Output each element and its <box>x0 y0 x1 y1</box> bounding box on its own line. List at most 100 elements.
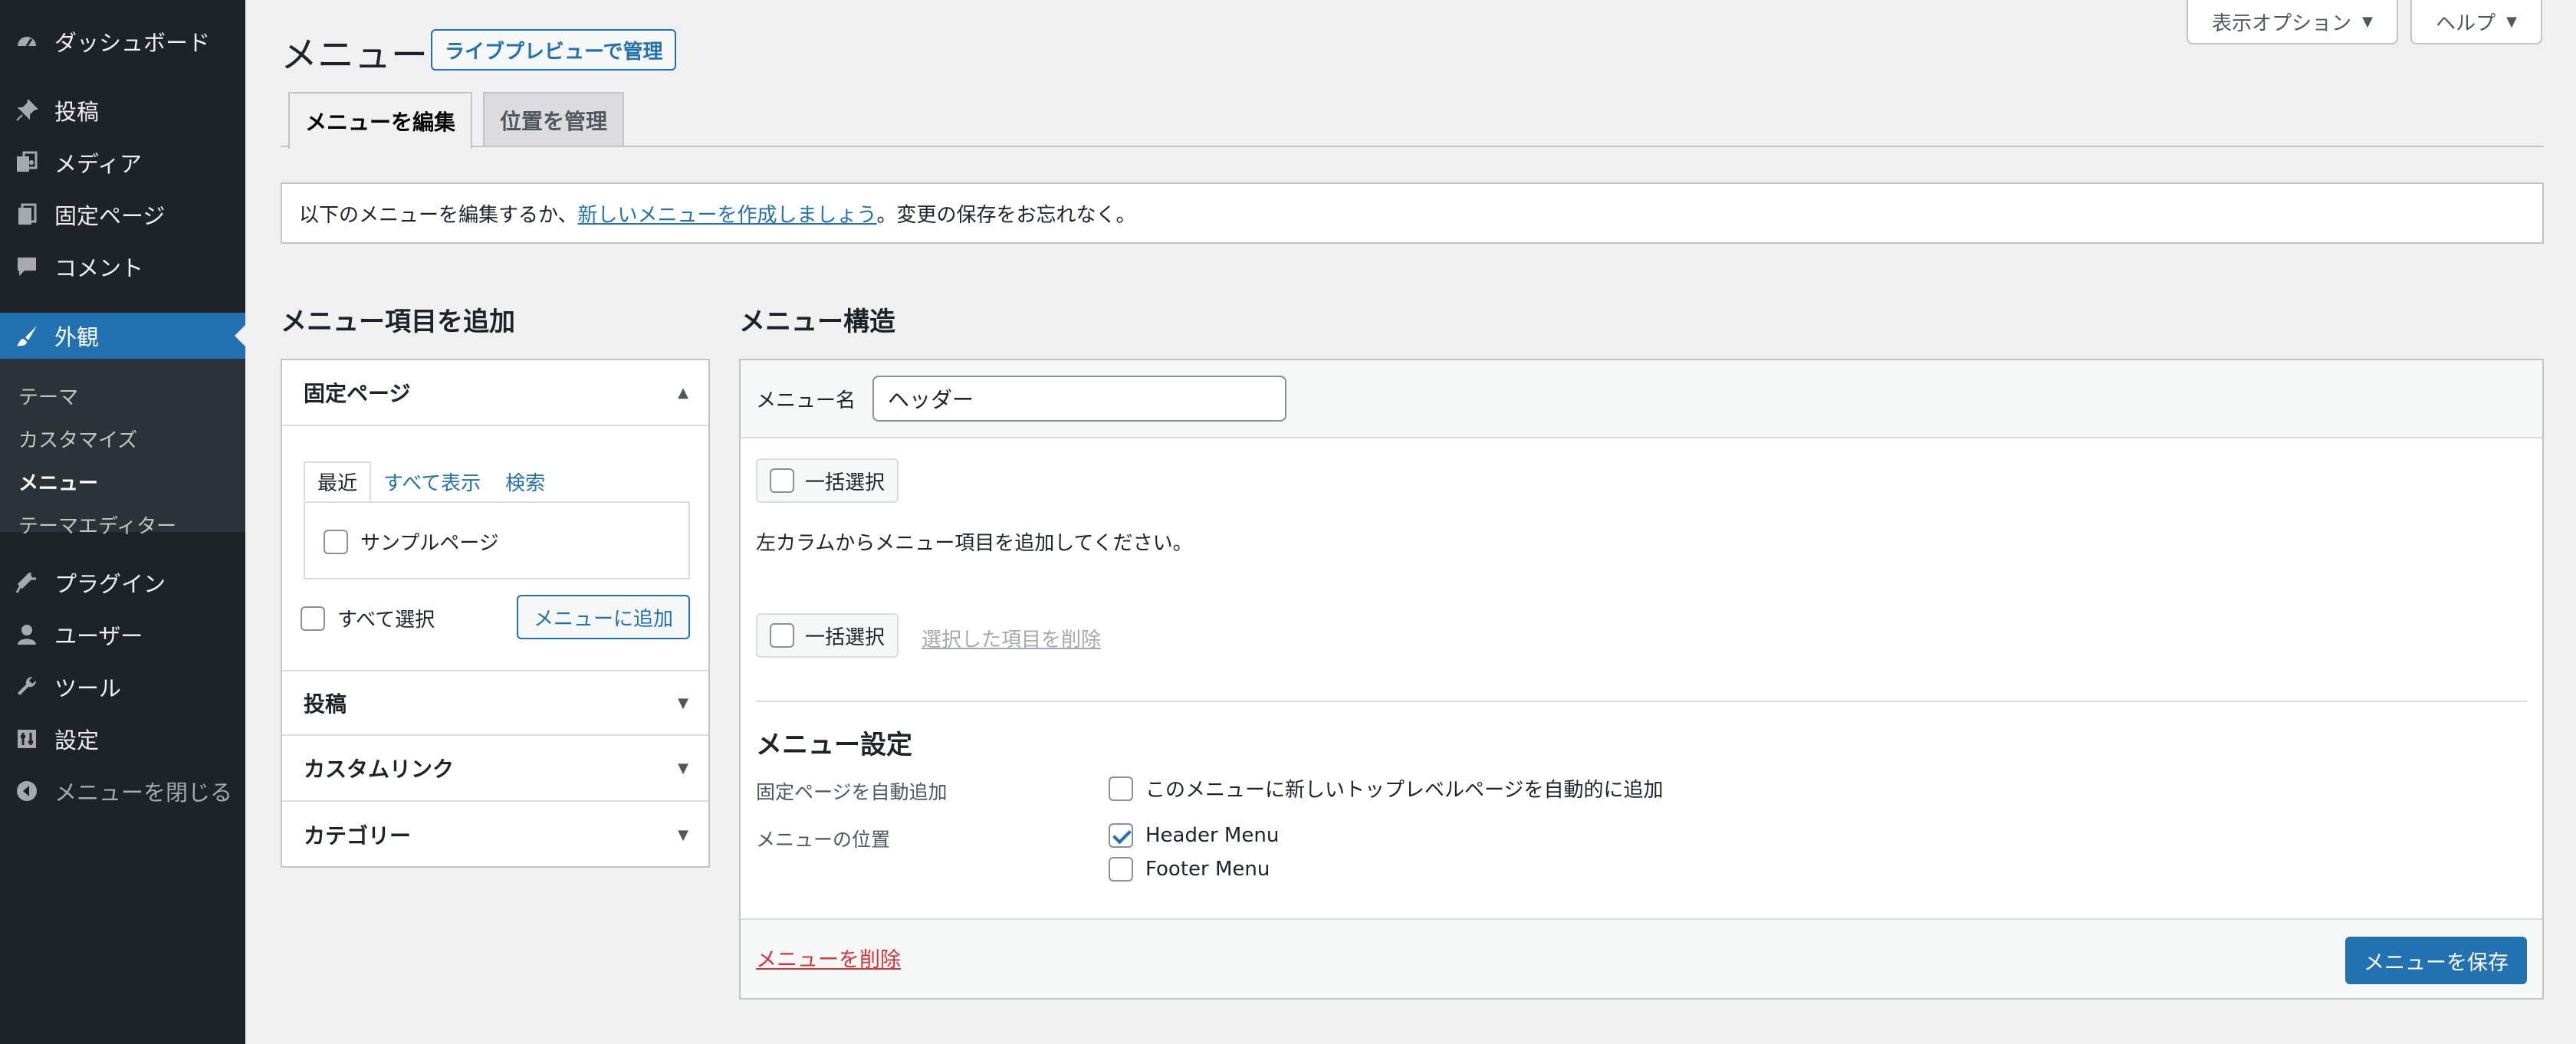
live-preview-button[interactable]: ライブプレビューで管理 <box>431 29 677 71</box>
sidebar-item-users[interactable]: ユーザー <box>0 612 245 658</box>
settings-icon <box>13 725 41 753</box>
sidebar-item-label: ユーザー <box>54 623 143 649</box>
page-label: サンプルページ <box>360 532 499 555</box>
add-items-accordion: 固定ページ ▲ 最近 すべて表示 検索 サンプルページ すべて選択 メニューに追… <box>281 359 710 868</box>
sidebar-item-tools[interactable]: ツール <box>0 664 245 710</box>
page-icon <box>13 201 41 228</box>
plugin-icon <box>13 569 41 596</box>
collapse-menu-button[interactable]: メニューを閉じる <box>0 768 245 814</box>
sidebar-item-label: プラグイン <box>54 571 166 597</box>
accordion-categories-header[interactable]: カテゴリー ▼ <box>282 802 708 868</box>
caret-down-icon: ▼ <box>678 826 688 843</box>
tool-icon <box>13 673 41 701</box>
auto-add-label: 固定ページを自動追加 <box>756 781 948 803</box>
sidebar-item-label: メニューを閉じる <box>54 780 233 806</box>
menu-settings-heading: メニュー設定 <box>756 730 912 760</box>
appearance-icon <box>13 322 41 350</box>
auto-add-row: このメニューに新しいトップレベルページを自動的に追加 <box>1109 774 1663 803</box>
sidebar-item-pages[interactable]: 固定ページ <box>0 192 245 238</box>
sidebar-item-comments[interactable]: コメント <box>0 244 245 290</box>
accordion-custom-links-header[interactable]: カスタムリンク ▼ <box>282 736 708 802</box>
caret-down-icon: ▼ <box>678 694 688 711</box>
sidebar-item-plugins[interactable]: プラグイン <box>0 560 245 606</box>
collapse-icon <box>13 777 41 805</box>
sidebar-item-appearance[interactable]: 外観 <box>0 313 245 359</box>
help-button[interactable]: ヘルプ ▼ <box>2410 0 2542 44</box>
header-menu-checkbox[interactable] <box>1109 823 1133 848</box>
page-title: メニュー <box>281 34 429 77</box>
location-label: Footer Menu <box>1145 858 1270 881</box>
create-new-menu-link[interactable]: 新しいメニューを作成しましょう <box>577 199 876 228</box>
submenu-item-theme-editor[interactable]: テーマエディター <box>18 511 176 539</box>
remove-selected-link[interactable]: 選択した項目を削除 <box>922 624 1101 652</box>
tab-edit-menus[interactable]: メニューを編集 <box>288 92 473 149</box>
caret-down-icon: ▼ <box>2506 13 2517 30</box>
accordion-pages-header[interactable]: 固定ページ ▲ <box>282 360 708 426</box>
bulk-select-bottom[interactable]: 一括選択 <box>756 613 899 658</box>
location-footer-row: Footer Menu <box>1109 857 1270 881</box>
select-all-label: すべて選択 <box>337 609 435 632</box>
appearance-submenu: テーマ カスタマイズ メニュー テーマエディター <box>0 359 245 538</box>
add-menu-items-heading: メニュー項目を追加 <box>281 307 515 337</box>
menu-structure-panel: メニュー名 一括選択 左カラムからメニュー項目を追加してください。 一括選択 選… <box>739 359 2544 1000</box>
bulk-select-top[interactable]: 一括選択 <box>756 458 899 503</box>
tab-divider <box>281 146 2544 147</box>
sidebar-item-media[interactable]: メディア <box>0 140 245 185</box>
bulk-select-checkbox[interactable] <box>770 623 794 648</box>
accordion-title: カスタムリンク <box>304 757 455 782</box>
sidebar-item-dashboard[interactable]: ダッシュボード <box>0 18 245 64</box>
dashboard-icon <box>13 28 41 55</box>
bulk-select-checkbox[interactable] <box>770 468 794 493</box>
accordion-title: 固定ページ <box>304 381 411 406</box>
submenu-item-customize[interactable]: カスタマイズ <box>18 425 137 453</box>
subtab-search[interactable]: 検索 <box>493 461 557 501</box>
pin-icon <box>13 97 41 124</box>
accordion-title: カテゴリー <box>304 823 412 849</box>
tab-manage-locations[interactable]: 位置を管理 <box>483 92 625 147</box>
auto-add-checkbox[interactable] <box>1109 776 1133 801</box>
submenu-item-themes[interactable]: テーマ <box>18 382 78 410</box>
screen-options-label: 表示オプション <box>2212 11 2352 35</box>
select-all-checkbox[interactable] <box>301 606 325 631</box>
auto-add-option-label: このメニューに新しいトップレベルページを自動的に追加 <box>1145 779 1664 802</box>
admin-sidebar: ダッシュボード 投稿 メディア 固定ページ コメント 外観 テーマ カスタマイズ… <box>0 0 245 1044</box>
accordion-posts-header[interactable]: 投稿 ▼ <box>282 670 708 736</box>
subtab-view-all[interactable]: すべて表示 <box>371 461 493 501</box>
add-to-menu-button[interactable]: メニューに追加 <box>517 595 691 639</box>
main-content: 表示オプション ▼ ヘルプ ▼ メニュー ライブプレビューで管理 メニューを編集… <box>245 0 2576 1044</box>
sidebar-item-settings[interactable]: 設定 <box>0 716 245 762</box>
save-menu-button[interactable]: メニューを保存 <box>2345 937 2527 984</box>
sidebar-item-label: ツール <box>54 675 122 701</box>
accordion-title: 投稿 <box>304 691 347 717</box>
page-checkbox[interactable] <box>324 529 348 554</box>
footer-menu-checkbox[interactable] <box>1109 857 1133 881</box>
sidebar-item-label: ダッシュボード <box>54 30 211 56</box>
sidebar-item-label: 外観 <box>54 324 100 350</box>
sidebar-item-label: 投稿 <box>54 99 100 125</box>
bulk-select-label: 一括選択 <box>805 625 886 649</box>
menu-actions-footer: メニューを削除 メニューを保存 <box>741 918 2542 998</box>
subtab-recent[interactable]: 最近 <box>304 461 372 501</box>
list-item: サンプルページ <box>324 527 499 556</box>
media-icon <box>13 149 41 176</box>
caret-up-icon: ▲ <box>678 384 688 401</box>
pages-list-panel: サンプルページ <box>304 501 690 579</box>
caret-down-icon: ▼ <box>2362 13 2373 30</box>
divider <box>756 701 2527 702</box>
select-all-row: すべて選択 <box>301 604 435 632</box>
sidebar-item-label: 固定ページ <box>54 203 166 229</box>
menu-structure-heading: メニュー構造 <box>739 307 895 337</box>
menu-name-label: メニュー名 <box>756 389 856 412</box>
caret-down-icon: ▼ <box>678 760 688 776</box>
location-header-row: Header Menu <box>1109 823 1279 848</box>
menu-location-label: メニューの位置 <box>756 829 891 851</box>
menu-name-input[interactable] <box>872 376 1286 422</box>
delete-menu-link[interactable]: メニューを削除 <box>756 943 901 973</box>
sidebar-item-label: 設定 <box>54 727 100 753</box>
location-label: Header Menu <box>1145 824 1280 847</box>
sidebar-item-posts[interactable]: 投稿 <box>0 87 245 133</box>
screen-options-button[interactable]: 表示オプション ▼ <box>2187 0 2398 44</box>
submenu-item-menus[interactable]: メニュー <box>18 468 98 496</box>
bulk-select-label: 一括選択 <box>805 471 886 494</box>
sidebar-item-label: コメント <box>54 255 144 281</box>
